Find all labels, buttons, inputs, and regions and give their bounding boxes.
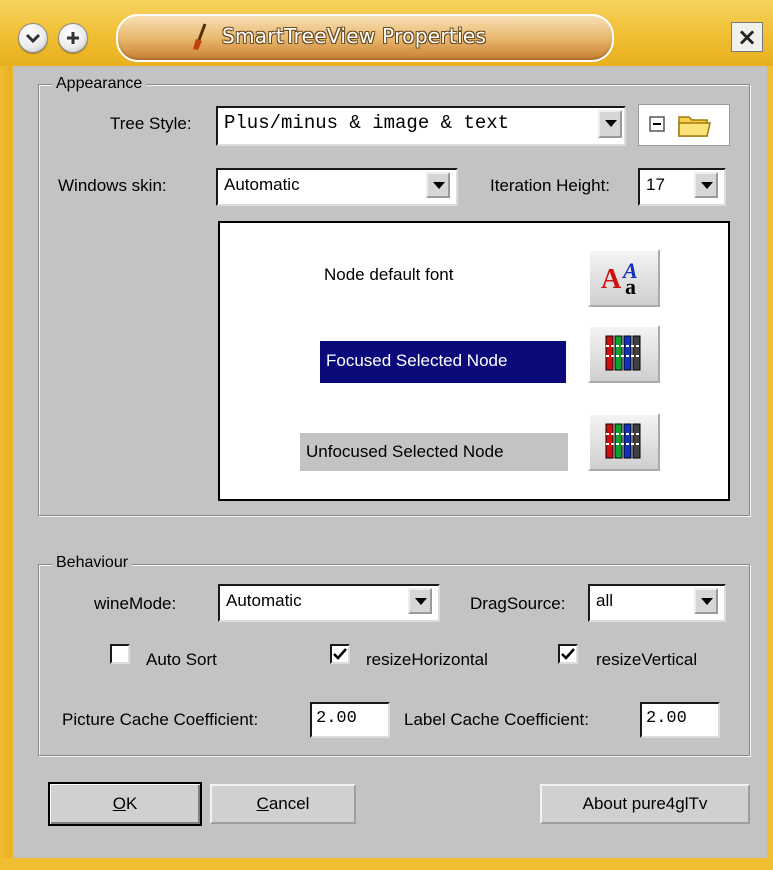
tree-style-combo[interactable]: Plus/minus & image & text xyxy=(216,106,626,146)
unfocused-selected-node-label: Unfocused Selected Node xyxy=(306,442,504,461)
picture-cache-value: 2.00 xyxy=(316,709,357,728)
close-icon: × xyxy=(736,23,758,51)
chevron-down-icon xyxy=(605,120,617,127)
resize-vertical-checkbox[interactable] xyxy=(558,644,578,664)
node-style-preview: Node default font A A a Focused Selected… xyxy=(218,221,730,501)
title-pill: SmartTreeView Properties xyxy=(116,14,614,62)
wine-mode-dropdown-button[interactable] xyxy=(408,588,432,614)
folder-icon xyxy=(678,116,711,137)
checkmark-icon xyxy=(561,648,575,660)
windows-skin-dropdown-button[interactable] xyxy=(426,172,450,198)
ok-button[interactable]: OK xyxy=(48,782,202,826)
picture-cache-label: Picture Cache Coefficient: xyxy=(62,710,259,729)
close-button[interactable]: × xyxy=(731,22,763,52)
resize-horizontal-label: resizeHorizontal xyxy=(366,650,488,669)
svg-text:A: A xyxy=(601,264,622,295)
iteration-height-combo[interactable]: 17 xyxy=(638,168,726,206)
cancel-button[interactable]: Cancel xyxy=(210,784,356,824)
ok-label: K xyxy=(125,794,138,813)
wine-mode-combo[interactable]: Automatic xyxy=(218,584,440,622)
svg-text:a: a xyxy=(625,274,636,298)
tree-style-sample xyxy=(638,104,730,146)
wine-mode-value: Automatic xyxy=(226,591,302,610)
brush-icon xyxy=(193,23,207,50)
node-default-font-label: Node default font xyxy=(324,265,454,284)
wine-mode-label: wineMode: xyxy=(94,594,177,613)
windows-skin-combo[interactable]: Automatic xyxy=(216,168,458,206)
resize-horizontal-checkbox[interactable] xyxy=(330,644,350,664)
chevron-down-icon xyxy=(701,598,713,605)
picture-cache-input[interactable]: 2.00 xyxy=(310,702,390,738)
label-cache-label: Label Cache Coefficient: xyxy=(404,710,589,729)
label-cache-value: 2.00 xyxy=(646,709,687,728)
color-bars-icon xyxy=(605,423,641,459)
properties-window: SmartTreeView Properties × Appearance Tr… xyxy=(0,0,773,870)
window-title: SmartTreeView Properties xyxy=(222,24,487,48)
chevron-down-icon xyxy=(433,182,445,189)
iteration-height-label: Iteration Height: xyxy=(490,176,611,195)
window-add-button[interactable] xyxy=(58,23,88,53)
focused-selected-node: Focused Selected Node xyxy=(320,341,566,383)
iteration-height-dropdown-button[interactable] xyxy=(694,172,718,198)
window-border-left xyxy=(0,66,12,870)
ok-mnemonic: O xyxy=(112,794,126,813)
focused-color-button[interactable] xyxy=(588,325,660,383)
chevron-down-icon xyxy=(701,182,713,189)
cancel-mnemonic: C xyxy=(256,794,269,813)
drag-source-value: all xyxy=(596,591,614,610)
behaviour-legend: Behaviour xyxy=(52,554,133,572)
unfocused-selected-node: Unfocused Selected Node xyxy=(300,433,568,471)
node-font-button[interactable]: A A a xyxy=(588,249,660,307)
iteration-height-value: 17 xyxy=(646,175,665,194)
about-button[interactable]: About pure4glTv xyxy=(540,784,750,824)
auto-sort-label: Auto Sort xyxy=(146,650,217,669)
auto-sort-checkbox[interactable] xyxy=(110,644,130,664)
tree-style-dropdown-button[interactable] xyxy=(598,110,622,138)
drag-source-label: DragSource: xyxy=(470,594,566,613)
tree-style-value: Plus/minus & image & text xyxy=(224,112,510,134)
chevron-down-icon xyxy=(415,598,427,605)
drag-source-dropdown-button[interactable] xyxy=(694,588,718,614)
chevron-down-icon xyxy=(25,33,41,44)
dialog-body: Appearance Tree Style: Plus/minus & imag… xyxy=(12,66,767,858)
window-border-bottom xyxy=(0,858,773,870)
plus-icon xyxy=(67,32,79,44)
color-bars-icon xyxy=(605,335,641,371)
focused-selected-node-label: Focused Selected Node xyxy=(326,351,508,370)
font-icon: A A a xyxy=(601,258,638,298)
label-cache-input[interactable]: 2.00 xyxy=(640,702,720,738)
appearance-legend: Appearance xyxy=(52,75,147,93)
drag-source-combo[interactable]: all xyxy=(588,584,726,622)
unfocused-color-button[interactable] xyxy=(588,413,660,471)
windows-skin-value: Automatic xyxy=(224,175,300,194)
window-menu-button[interactable] xyxy=(18,23,48,53)
resize-vertical-label: resizeVertical xyxy=(596,650,698,669)
tree-style-label: Tree Style: xyxy=(110,114,192,133)
checkmark-icon xyxy=(333,648,347,660)
title-bar[interactable]: SmartTreeView Properties × xyxy=(0,0,773,67)
cancel-label: ancel xyxy=(268,794,310,813)
minus-box-icon xyxy=(649,116,665,132)
windows-skin-label: Windows skin: xyxy=(58,176,167,195)
